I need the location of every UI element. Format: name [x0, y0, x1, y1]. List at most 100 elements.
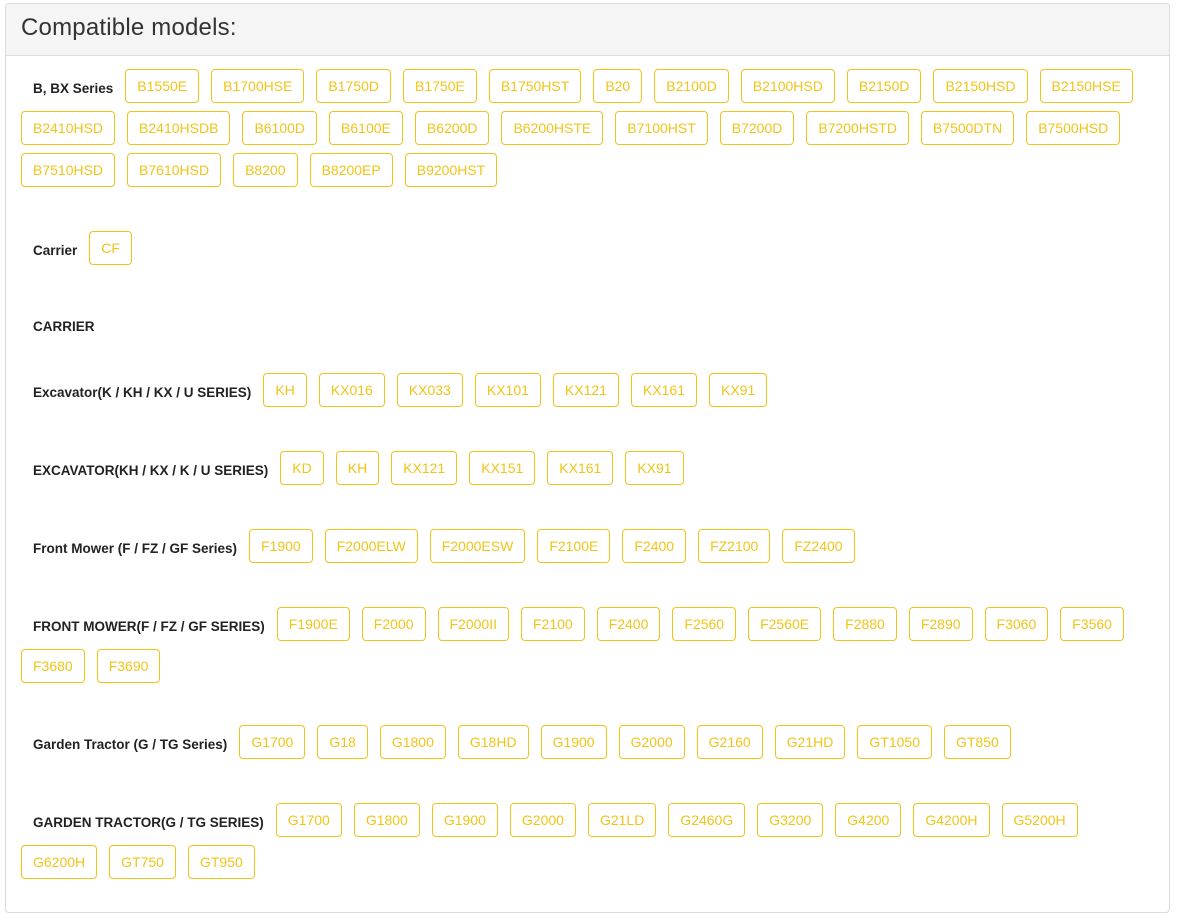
model-tag[interactable]: B20: [593, 69, 643, 103]
model-tag[interactable]: KX91: [709, 373, 768, 407]
series-label: B, BX Series: [33, 81, 114, 96]
model-tag[interactable]: GT950: [187, 845, 255, 879]
model-tag[interactable]: KX151: [469, 451, 536, 485]
model-tag[interactable]: F1900E: [276, 607, 350, 641]
model-tag[interactable]: B1750HST: [488, 69, 582, 103]
model-tag[interactable]: F2000II: [437, 607, 509, 641]
model-tag[interactable]: B6200HSTE: [501, 111, 604, 145]
model-tag[interactable]: F2400: [622, 529, 687, 563]
model-tag[interactable]: KX016: [318, 373, 385, 407]
model-tag[interactable]: B1700HSE: [211, 69, 305, 103]
model-tag[interactable]: B2150HSD: [933, 69, 1028, 103]
series-label: Garden Tractor (G / TG Series): [33, 737, 228, 752]
model-tag[interactable]: B2410HSD: [21, 111, 116, 145]
model-tag[interactable]: F2560: [672, 607, 737, 641]
model-tag[interactable]: KX101: [474, 373, 541, 407]
model-tag[interactable]: KX121: [391, 451, 458, 485]
model-tag[interactable]: B6100D: [242, 111, 318, 145]
model-tag[interactable]: GT1050: [857, 725, 932, 759]
model-tag[interactable]: B1750D: [316, 69, 391, 103]
model-tag[interactable]: G21HD: [774, 725, 846, 759]
model-tag[interactable]: G4200H: [913, 803, 990, 837]
model-tag[interactable]: F3680: [21, 649, 85, 683]
compatible-models-panel: Compatible models: B, BX Series B1550E B17…: [5, 3, 1170, 913]
model-tag[interactable]: B2150D: [846, 69, 922, 103]
model-tag[interactable]: G4200: [835, 803, 902, 837]
model-tag[interactable]: G1700: [239, 725, 306, 759]
series-row: EXCAVATOR(KH / KX / K / U SERIES) KD KH KX1…: [21, 451, 1161, 493]
model-tag[interactable]: F1900: [249, 529, 313, 563]
model-tag[interactable]: B7100HST: [615, 111, 708, 145]
series-row: Excavator(K / KH / KX / U SERIES) KH KX016…: [21, 373, 1161, 415]
model-tag[interactable]: F2100E: [537, 529, 611, 563]
model-tag[interactable]: G2000: [509, 803, 576, 837]
model-tag[interactable]: G21LD: [587, 803, 657, 837]
model-tag[interactable]: F2400: [596, 607, 661, 641]
model-tag[interactable]: B7500DTN: [920, 111, 1015, 145]
model-tag[interactable]: G1800: [353, 803, 420, 837]
model-tag[interactable]: G6200H: [21, 845, 98, 879]
model-tag[interactable]: F3560: [1060, 607, 1124, 641]
model-tag[interactable]: KH: [335, 451, 380, 485]
model-tag[interactable]: F2890: [908, 607, 973, 641]
series-label: FRONT MOWER(F / FZ / GF SERIES): [33, 619, 265, 634]
model-tag[interactable]: B2100D: [654, 69, 729, 103]
model-tag[interactable]: F2560E: [748, 607, 822, 641]
model-tag[interactable]: F2000ELW: [324, 529, 418, 563]
model-tag[interactable]: G2000: [618, 725, 685, 759]
model-tag[interactable]: G2160: [696, 725, 763, 759]
model-tag[interactable]: KX161: [547, 451, 614, 485]
model-tag[interactable]: G18HD: [457, 725, 529, 759]
model-tag[interactable]: G1800: [379, 725, 446, 759]
series-label: EXCAVATOR(KH / KX / K / U SERIES): [33, 463, 269, 478]
series-row: Carrier CF: [21, 231, 1161, 273]
model-tag[interactable]: KX91: [625, 451, 684, 485]
model-tag[interactable]: G1700: [275, 803, 342, 837]
model-tag[interactable]: B6200D: [414, 111, 490, 145]
model-tag[interactable]: GT850: [943, 725, 1011, 759]
series-label: Front Mower (F / FZ / GF Series): [33, 541, 238, 556]
model-tag[interactable]: F3060: [984, 607, 1049, 641]
model-tag[interactable]: B7610HSD: [127, 153, 222, 187]
model-tag[interactable]: KH: [263, 373, 307, 407]
series-row: Garden Tractor (G / TG Series) G1700 G18 G1…: [21, 725, 1161, 767]
model-tag[interactable]: G18: [317, 725, 368, 759]
model-tag[interactable]: B7510HSD: [21, 153, 116, 187]
model-tag[interactable]: B7200HSTD: [806, 111, 909, 145]
model-tag[interactable]: B1750E: [403, 69, 477, 103]
model-tag[interactable]: B2150HSE: [1039, 69, 1133, 103]
model-tag[interactable]: G1900: [431, 803, 498, 837]
model-tag[interactable]: G1900: [540, 725, 607, 759]
model-tag[interactable]: B2100HSD: [740, 69, 835, 103]
model-tag[interactable]: B7200D: [719, 111, 795, 145]
panel-title: Compatible models:: [21, 14, 237, 41]
model-tag[interactable]: KX121: [552, 373, 619, 407]
model-tag[interactable]: KX033: [396, 373, 463, 407]
model-tag[interactable]: B9200HST: [404, 153, 498, 187]
model-tag[interactable]: B7500HSD: [1026, 111, 1121, 145]
model-tag[interactable]: F2880: [833, 607, 897, 641]
model-tag[interactable]: B1550E: [125, 69, 200, 103]
model-tag[interactable]: KX161: [630, 373, 697, 407]
model-tag[interactable]: KD: [280, 451, 324, 485]
model-tag[interactable]: CF: [89, 231, 132, 265]
model-tag[interactable]: B8200: [233, 153, 298, 187]
model-tag[interactable]: FZ2400: [782, 529, 855, 563]
model-tag[interactable]: F3690: [96, 649, 161, 683]
model-tag[interactable]: G2460G: [668, 803, 746, 837]
model-tag[interactable]: F2000ESW: [429, 529, 526, 563]
model-tag[interactable]: B8200EP: [309, 153, 393, 187]
series-row: FRONT MOWER(F / FZ / GF SERIES) F1900E F20…: [21, 607, 1161, 691]
series-label: Excavator(K / KH / KX / U SERIES): [33, 385, 252, 400]
model-tag[interactable]: GT750: [109, 845, 176, 879]
series-label: GARDEN TRACTOR(G / TG SERIES): [33, 815, 264, 830]
model-tag[interactable]: G3200: [757, 803, 824, 837]
model-tag[interactable]: FZ2100: [698, 529, 771, 563]
model-tag[interactable]: B6100E: [329, 111, 403, 145]
series-row: GARDEN TRACTOR(G / TG SERIES) G1700 G1800 G…: [21, 803, 1161, 887]
model-tag[interactable]: F2000: [361, 607, 426, 641]
model-tag[interactable]: F2100: [520, 607, 585, 641]
model-tag[interactable]: B2410HSDB: [127, 111, 231, 145]
series-row: CARRIER: [21, 307, 1161, 349]
model-tag[interactable]: G5200H: [1001, 803, 1078, 837]
